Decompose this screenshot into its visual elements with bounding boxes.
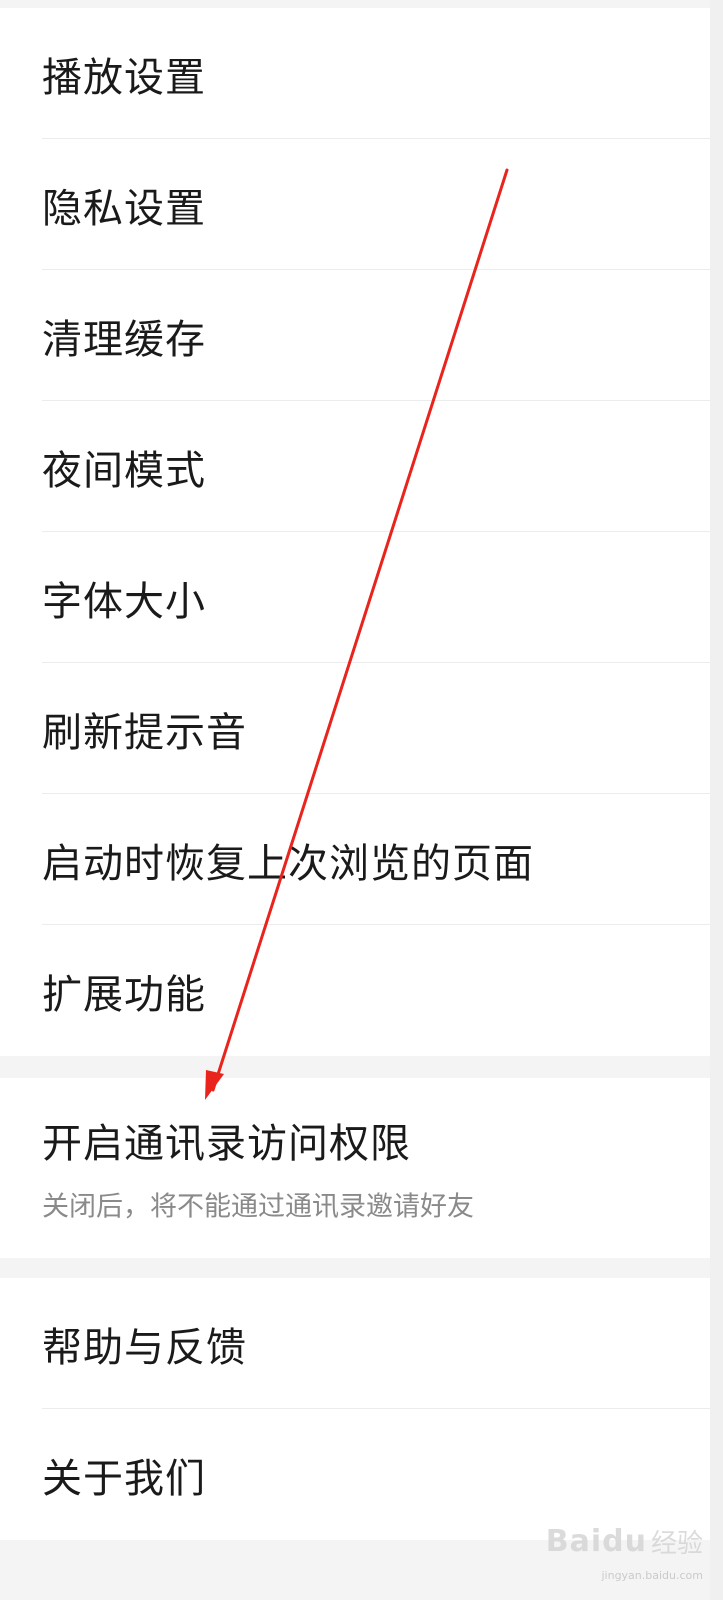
- watermark-product: 经验: [650, 1529, 703, 1559]
- settings-group-about: 帮助与反馈 关于我们: [0, 1278, 710, 1540]
- settings-item-label: 开启通讯录访问权限: [42, 1121, 411, 1167]
- scroll-edge: [710, 0, 723, 1600]
- settings-item-restore-last-page[interactable]: 启动时恢复上次浏览的页面: [0, 794, 710, 925]
- settings-item-about-us[interactable]: 关于我们: [0, 1409, 710, 1540]
- settings-item-extensions[interactable]: 扩展功能: [0, 925, 710, 1056]
- settings-group-permissions: 开启通讯录访问权限 关闭后，将不能通过通讯录邀请好友: [0, 1078, 710, 1258]
- watermark-domain: jingyan.baidu.com: [601, 1569, 703, 1582]
- settings-item-help-feedback[interactable]: 帮助与反馈: [0, 1278, 710, 1409]
- settings-item-clear-cache[interactable]: 清理缓存: [0, 270, 710, 401]
- settings-item-night-mode[interactable]: 夜间模式: [0, 401, 710, 532]
- settings-item-label: 隐私设置: [42, 185, 206, 232]
- settings-item-description: 关闭后，将不能通过通讯录邀请好友: [42, 1191, 474, 1223]
- settings-item-contacts-permission[interactable]: 开启通讯录访问权限 关闭后，将不能通过通讯录邀请好友: [0, 1078, 710, 1258]
- settings-item-label: 播放设置: [42, 54, 206, 101]
- settings-item-label: 夜间模式: [42, 447, 206, 494]
- watermark-logo: Baidu: [545, 1524, 647, 1559]
- settings-group-general: 播放设置 隐私设置 清理缓存 夜间模式 字体大小 刷新提示音 启动时恢复上次浏览…: [0, 8, 710, 1056]
- baidu-jingyan-watermark: Baidu 经验 jingyan.baidu.com: [545, 1523, 703, 1582]
- settings-item-label: 帮助与反馈: [42, 1324, 247, 1371]
- settings-item-playback[interactable]: 播放设置: [0, 8, 710, 139]
- settings-item-label: 清理缓存: [42, 316, 206, 363]
- settings-item-font-size[interactable]: 字体大小: [0, 532, 710, 663]
- settings-item-refresh-sound[interactable]: 刷新提示音: [0, 663, 710, 794]
- settings-item-label: 字体大小: [42, 578, 206, 625]
- settings-item-label: 刷新提示音: [42, 709, 247, 756]
- settings-item-label: 启动时恢复上次浏览的页面: [42, 840, 534, 887]
- settings-item-label: 扩展功能: [42, 971, 206, 1018]
- settings-screen: 播放设置 隐私设置 清理缓存 夜间模式 字体大小 刷新提示音 启动时恢复上次浏览…: [0, 0, 723, 1600]
- settings-item-label: 关于我们: [42, 1455, 206, 1502]
- settings-item-privacy[interactable]: 隐私设置: [0, 139, 710, 270]
